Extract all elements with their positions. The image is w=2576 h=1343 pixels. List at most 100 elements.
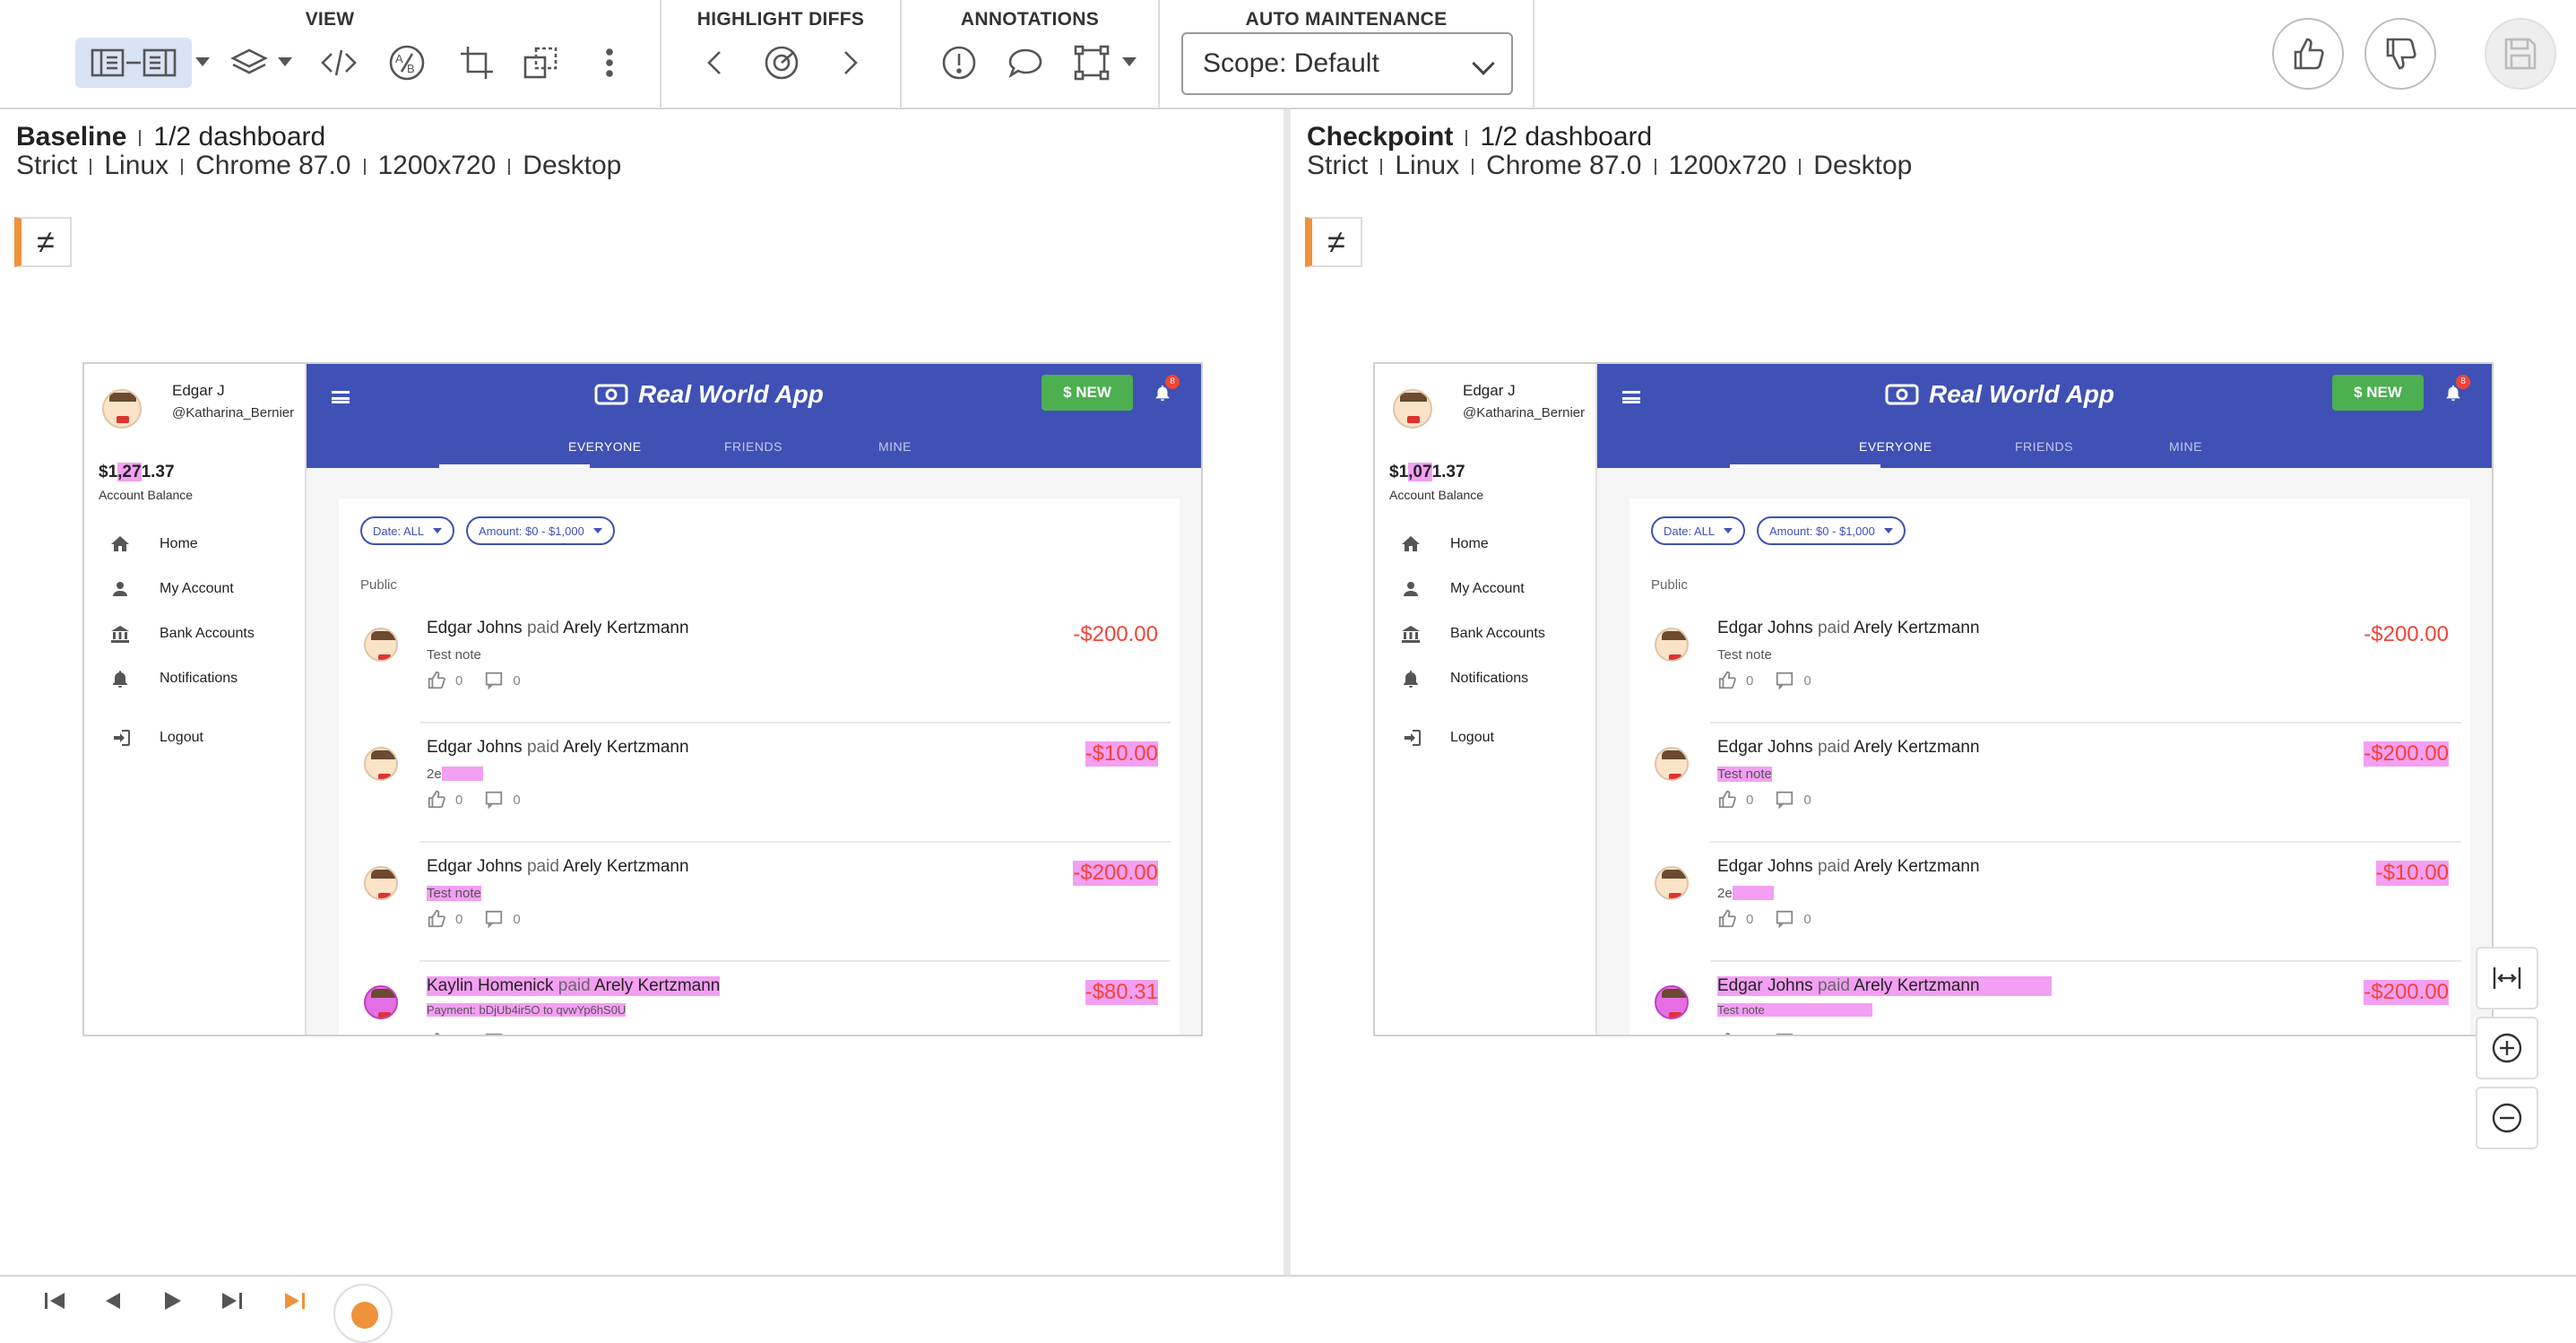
like-icon[interactable] (1717, 671, 1737, 690)
next-diff-step-button[interactable] (281, 1287, 308, 1314)
app-topbar: Real World App $ NEW 8 EVERYONE FRIENDS … (307, 364, 1201, 468)
zoom-out-button[interactable] (2476, 1087, 2538, 1149)
list-item[interactable]: Edgar Johns paid Arely Kertzmann Test no… (1629, 723, 2470, 843)
sidebar-item-home[interactable]: Home (1400, 531, 1489, 558)
account-balance: $1,271.37 (99, 463, 175, 481)
menu-icon[interactable] (332, 391, 350, 403)
thumbs-up-button[interactable] (2272, 18, 2344, 90)
more-button[interactable] (584, 38, 635, 88)
comment-icon[interactable] (484, 671, 504, 690)
logout-icon (1405, 730, 1421, 746)
list-item[interactable]: Edgar Johns paid Arely Kertzmann 2e 00 -… (339, 723, 1180, 843)
date-filter[interactable]: Date: ALL (1651, 516, 1746, 545)
comment-icon[interactable] (484, 909, 504, 929)
viewport-size: 1200x720 (1668, 151, 1787, 180)
like-icon[interactable] (427, 790, 446, 810)
comment-icon[interactable] (1775, 671, 1794, 690)
fit-width-button[interactable] (2476, 947, 2538, 1009)
comment-icon[interactable] (1775, 790, 1794, 810)
logout-icon (114, 730, 130, 746)
previous-diff-button[interactable] (690, 38, 740, 88)
comment-icon[interactable] (1775, 1032, 1794, 1036)
mismatch-indicator[interactable]: ≠ (14, 217, 72, 267)
tab-friends[interactable]: FRIENDS (2015, 439, 2073, 454)
comment-icon[interactable] (1775, 909, 1794, 929)
transaction-note: Test note (427, 886, 481, 901)
like-icon[interactable] (1717, 1032, 1737, 1036)
pane-divider[interactable] (1284, 109, 1291, 1275)
layers-dropdown[interactable] (278, 57, 292, 66)
notifications-button[interactable]: 8 (2443, 375, 2470, 403)
like-icon[interactable] (1717, 790, 1737, 810)
first-step-button[interactable] (41, 1287, 68, 1314)
step-navigation-bar (0, 1275, 2576, 1343)
side-by-side-button[interactable] (75, 38, 192, 88)
sidebar-item-my-account[interactable]: My Account (109, 576, 234, 602)
tab-mine[interactable]: MINE (878, 439, 912, 454)
list-item[interactable]: Edgar Johns paid Arely Kertzmann Test no… (339, 604, 1180, 723)
sidebar-item-notifications[interactable]: Notifications (109, 665, 238, 692)
amount-filter[interactable]: Amount: $0 - $1,000 (466, 516, 615, 545)
like-icon[interactable] (1717, 909, 1737, 929)
next-diff-button[interactable] (825, 38, 875, 88)
mismatch-indicator[interactable]: ≠ (1305, 217, 1362, 267)
zoom-in-button[interactable] (2476, 1017, 2538, 1079)
transaction-amount: -$200.00 (1073, 622, 1158, 646)
tab-friends[interactable]: FRIENDS (724, 439, 782, 454)
sidebar-item-my-account[interactable]: My Account (1400, 576, 1525, 602)
tab-everyone[interactable]: EVERYONE (1859, 439, 1932, 454)
list-item[interactable]: Edgar Johns paid Arely Kertzmann 2e 00 -… (1629, 843, 2470, 962)
region-button[interactable] (1067, 38, 1117, 88)
ab-compare-button[interactable]: AB (382, 38, 432, 88)
new-transaction-button[interactable]: $ NEW (1042, 375, 1133, 411)
scope-select[interactable]: Scope: Default (1181, 32, 1513, 95)
save-button[interactable] (2485, 18, 2556, 90)
menu-icon[interactable] (1622, 391, 1640, 403)
like-icon[interactable] (427, 909, 446, 929)
viewport-size: 1200x720 (377, 151, 497, 180)
public-label: Public (360, 577, 397, 593)
record-button[interactable] (333, 1284, 393, 1343)
amount-filter[interactable]: Amount: $0 - $1,000 (1757, 516, 1906, 545)
code-button[interactable] (314, 38, 364, 88)
sidebar-item-home[interactable]: Home (109, 531, 198, 558)
app-sidebar: Edgar J @Katharina_Bernier $1,271.37 Acc… (84, 364, 307, 1035)
notification-count: 8 (2456, 375, 2470, 389)
new-transaction-button[interactable]: $ NEW (2332, 375, 2424, 411)
overlay-button[interactable] (516, 38, 566, 88)
tab-indicator (439, 464, 590, 468)
ab-compare-icon: AB (389, 45, 425, 81)
sidebar-item-logout[interactable]: Logout (111, 724, 203, 751)
play-button[interactable] (158, 1287, 185, 1314)
sidebar-item-logout[interactable]: Logout (1402, 724, 1494, 751)
layers-button[interactable] (224, 38, 274, 88)
user-name: Edgar J (172, 382, 225, 399)
list-item[interactable]: Kaylin Homenick paid Arely Kertzmann Pay… (339, 962, 1180, 1036)
transaction-amount: -$200.00 (1073, 861, 1158, 886)
last-step-button[interactable] (219, 1287, 246, 1314)
sidebar-item-notifications[interactable]: Notifications (1400, 665, 1528, 692)
view-mode-dropdown[interactable] (195, 57, 210, 66)
list-item[interactable]: Edgar Johns paid Arely Kertzmann Test no… (1629, 962, 2470, 1036)
comment-button[interactable] (1000, 38, 1050, 88)
sidebar-item-bank-accounts[interactable]: Bank Accounts (1400, 620, 1545, 647)
list-item[interactable]: Edgar Johns paid Arely Kertzmann Test no… (1629, 604, 2470, 723)
date-filter[interactable]: Date: ALL (360, 516, 455, 545)
sidebar-item-bank-accounts[interactable]: Bank Accounts (109, 620, 255, 647)
comment-icon[interactable] (484, 790, 504, 810)
tab-everyone[interactable]: EVERYONE (568, 439, 642, 454)
tab-mine[interactable]: MINE (2169, 439, 2202, 454)
thumbs-down-button[interactable] (2364, 18, 2436, 90)
comment-icon[interactable] (484, 1032, 504, 1036)
region-dropdown[interactable] (1122, 57, 1137, 66)
like-icon[interactable] (427, 1032, 446, 1036)
crop-button[interactable] (452, 38, 502, 88)
issue-button[interactable] (934, 38, 984, 88)
list-item[interactable]: Edgar Johns paid Arely Kertzmann Test no… (339, 843, 1180, 962)
previous-step-button[interactable] (99, 1287, 125, 1314)
notifications-button[interactable]: 8 (1153, 375, 1180, 403)
browser-name: Chrome 87.0 (1486, 151, 1642, 180)
like-icon[interactable] (427, 671, 446, 690)
highlight-diffs-button[interactable] (756, 38, 807, 88)
baseline-pane: Baseline 1/2 dashboard Strict Linux Chrome … (0, 109, 1284, 1275)
